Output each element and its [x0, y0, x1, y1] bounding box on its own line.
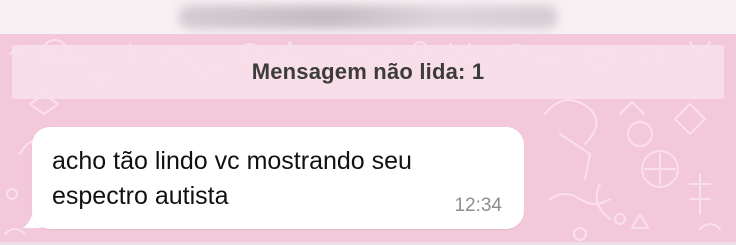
chat-screen: Mensagem não lida: 1 acho tão lindo vc m…	[0, 0, 736, 245]
message-timestamp: 12:34	[454, 195, 502, 216]
chat-header[interactable]	[0, 0, 736, 34]
message-text: acho tão lindo vc mostrando seu espectro…	[52, 147, 412, 210]
unread-messages-banner: Mensagem não lida: 1	[12, 45, 724, 99]
blurred-header-content	[178, 5, 558, 29]
unread-messages-label: Mensagem não lida: 1	[251, 59, 485, 84]
incoming-message-bubble[interactable]: acho tão lindo vc mostrando seu espectro…	[32, 127, 524, 229]
